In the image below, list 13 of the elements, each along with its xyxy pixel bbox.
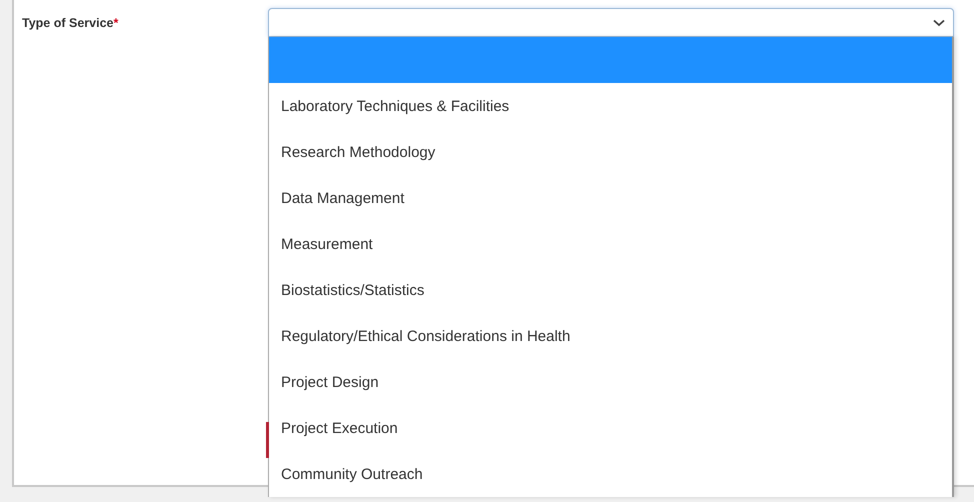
accent-bar xyxy=(266,422,269,458)
dropdown-option[interactable]: Measurement xyxy=(269,221,952,267)
dropdown-option[interactable]: Regulatory/Ethical Considerations in Health xyxy=(269,313,952,359)
dropdown-option[interactable]: Project Design xyxy=(269,359,952,405)
dropdown-option[interactable]: Biostatistics/Statistics xyxy=(269,267,952,313)
dropdown-option[interactable]: Research Methodology xyxy=(269,129,952,175)
dropdown-option[interactable]: Data Management xyxy=(269,175,952,221)
dropdown-option[interactable]: Laboratory Techniques & Facilities xyxy=(269,83,952,129)
dropdown-option[interactable]: Project Execution xyxy=(269,405,952,451)
service-select[interactable] xyxy=(268,8,954,37)
dropdown-option[interactable]: Community Outreach xyxy=(269,451,952,497)
chevron-down-icon xyxy=(933,18,945,26)
field-label: Type of Service* xyxy=(21,15,120,30)
